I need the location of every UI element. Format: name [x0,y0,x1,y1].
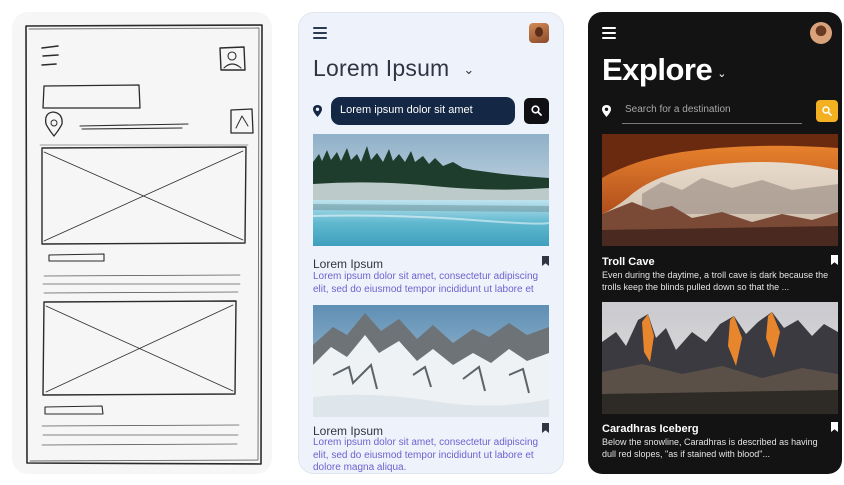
search-input[interactable]: Lorem ipsum dolor sit amet [331,97,515,125]
lake-forest-image[interactable] [313,134,549,246]
page-title: Explore [602,52,713,87]
wireframe-sketch-panel [12,12,272,474]
title-dropdown[interactable]: Explore ⌄ [602,52,726,88]
user-avatar[interactable] [810,22,832,44]
page-title: Lorem Ipsum [313,55,450,81]
search-icon [822,106,832,116]
bookmark-icon[interactable] [542,423,549,433]
location-pin-icon [313,105,322,117]
cave-arch-image[interactable] [602,134,838,246]
dark-mobile-screen: Explore ⌄ Search for a destination Troll… [588,12,842,474]
card-title[interactable]: Caradhras Iceberg [602,423,699,435]
wireframe-sketch-drawing [25,24,263,465]
card-title[interactable]: Lorem Ipsum [313,257,383,271]
bookmark-icon[interactable] [831,422,838,432]
chevron-down-icon[interactable]: ⌄ [717,67,726,80]
search-input[interactable]: Search for a destination [622,100,802,124]
bookmark-icon[interactable] [542,256,549,266]
location-pin-icon [602,105,611,117]
card-description: Below the snowline, Caradhras is describ… [602,437,818,459]
jagged-peaks-image[interactable] [602,302,838,414]
light-mobile-screen: Lorem Ipsum ⌄ Lorem ipsum dolor sit amet… [298,12,564,474]
card-title[interactable]: Lorem Ipsum [313,424,383,438]
card-description: Lorem ipsum dolor sit amet, consectetur … [313,271,539,295]
user-avatar[interactable] [529,23,549,43]
card-title[interactable]: Troll Cave [602,256,655,268]
hamburger-menu-icon[interactable] [313,27,327,39]
search-button[interactable] [524,98,549,124]
card-description: Lorem ipsum dolor sit amet, consectetur … [313,437,539,473]
title-dropdown[interactable]: Lorem Ipsum ⌄ [313,55,474,82]
hamburger-menu-icon[interactable] [602,27,616,39]
bookmark-icon[interactable] [831,255,838,265]
chevron-down-icon[interactable]: ⌄ [463,62,474,78]
card-description: Even during the daytime, a troll cave is… [602,270,829,292]
snowy-mountains-image[interactable] [313,305,549,417]
search-icon [531,105,542,116]
search-button[interactable] [816,100,838,122]
